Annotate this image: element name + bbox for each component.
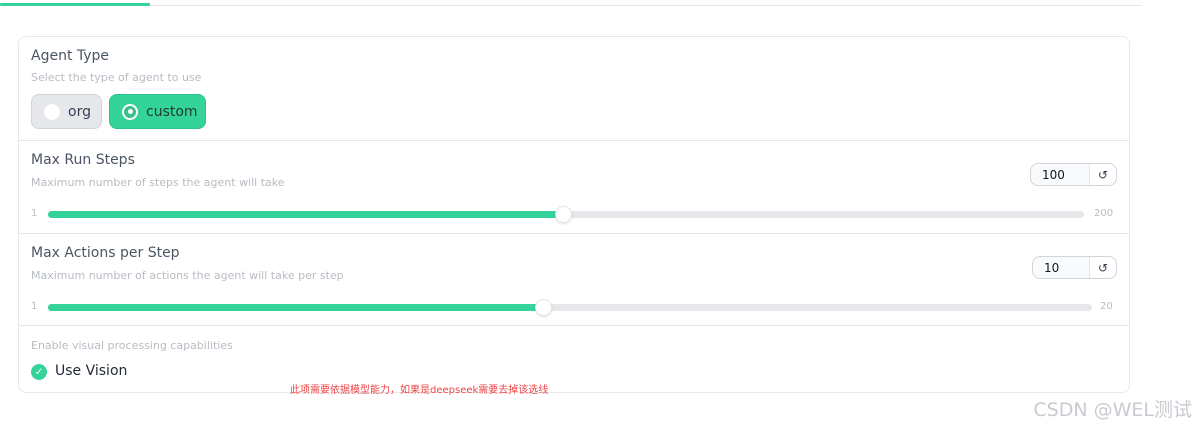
slider-min-label: 1 <box>31 301 38 312</box>
vision-section: Enable visual processing capabilities ✓ … <box>19 325 1129 392</box>
agent-type-option-label: org <box>68 103 91 120</box>
watermark: CSDN @WEL测试 <box>1033 399 1192 421</box>
max-actions-description: Maximum number of actions the agent will… <box>31 269 344 282</box>
max-actions-slider[interactable] <box>48 299 1092 316</box>
active-tab-indicator <box>0 3 150 6</box>
slider-fill <box>48 304 543 311</box>
max-actions-number-input[interactable]: 10 ↺ <box>1032 256 1117 279</box>
annotation-note: 此项需要依据模型能力，如果是deepseek需要去掉该选线 <box>290 385 549 396</box>
slider-max-label: 200 <box>1094 208 1114 219</box>
slider-thumb[interactable] <box>554 206 572 223</box>
agent-type-option-label: custom <box>146 103 198 120</box>
agent-type-section: Agent Type Select the type of agent to u… <box>19 37 1129 140</box>
agent-type-description: Select the type of agent to use <box>31 71 202 84</box>
max-run-steps-title: Max Run Steps <box>31 152 135 168</box>
agent-type-option-org[interactable]: org <box>31 94 102 129</box>
max-actions-section: Max Actions per Step Maximum number of a… <box>19 233 1129 325</box>
slider-fill <box>48 211 563 218</box>
agent-type-option-custom[interactable]: custom <box>109 94 206 129</box>
slider-max-label: 20 <box>1100 301 1113 312</box>
max-actions-title: Max Actions per Step <box>31 245 180 261</box>
slider-thumb[interactable] <box>534 299 552 316</box>
max-actions-value[interactable]: 10 <box>1033 257 1089 278</box>
use-vision-label[interactable]: Use Vision <box>55 363 127 379</box>
checkbox-checked-icon[interactable]: ✓ <box>31 364 47 380</box>
slider-min-label: 1 <box>31 208 38 219</box>
agent-settings-panel: Agent Type Select the type of agent to u… <box>18 36 1130 393</box>
max-run-steps-section: Max Run Steps Maximum number of steps th… <box>19 140 1129 233</box>
max-run-steps-value[interactable]: 100 <box>1031 164 1089 185</box>
radio-checked-icon <box>122 103 138 120</box>
max-run-steps-description: Maximum number of steps the agent will t… <box>31 176 285 189</box>
vision-description: Enable visual processing capabilities <box>31 339 233 352</box>
reset-icon[interactable]: ↺ <box>1089 257 1116 278</box>
reset-icon[interactable]: ↺ <box>1089 164 1116 185</box>
radio-unchecked-icon <box>44 103 60 120</box>
max-run-steps-number-input[interactable]: 100 ↺ <box>1030 163 1117 186</box>
agent-type-title: Agent Type <box>31 48 110 64</box>
max-run-steps-slider[interactable] <box>48 206 1084 223</box>
tab-divider <box>0 5 1142 6</box>
